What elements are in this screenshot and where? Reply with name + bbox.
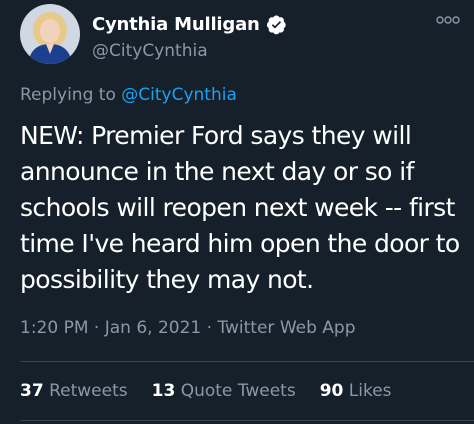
engagement-stats: 37 Retweets 13 Quote Tweets 90 Likes — [20, 381, 392, 401]
meta-separator: · — [88, 318, 105, 338]
tweet-header: Cynthia Mulligan @CityCynthia — [20, 4, 460, 70]
quote-tweets-count: 13 — [151, 381, 176, 401]
replying-to: Replying to @CityCynthia — [20, 85, 237, 105]
meta-separator: · — [201, 318, 218, 338]
replying-to-label: Replying to — [20, 85, 122, 105]
tweet-source[interactable]: Twitter Web App — [217, 318, 355, 338]
tweet-card: Cynthia Mulligan @CityCynthia Replying t… — [0, 0, 474, 424]
display-name-row: Cynthia Mulligan — [92, 14, 287, 35]
retweets-count: 37 — [20, 381, 44, 401]
divider — [20, 420, 474, 421]
reply-handle-link[interactable]: @CityCynthia — [121, 85, 237, 105]
quote-tweets-label: Quote Tweets — [180, 381, 296, 401]
author-names: Cynthia Mulligan @CityCynthia — [92, 14, 287, 61]
retweets-label: Retweets — [49, 381, 128, 401]
tweet-text: NEW: Premier Ford says they will announc… — [20, 121, 460, 294]
quote-tweets-stat[interactable]: 13 Quote Tweets — [152, 381, 296, 401]
more-options-icon[interactable] — [436, 12, 460, 28]
author-handle[interactable]: @CityCynthia — [92, 41, 287, 61]
divider — [20, 361, 474, 362]
display-name[interactable]: Cynthia Mulligan — [92, 14, 260, 35]
retweets-stat[interactable]: 37 Retweets — [20, 381, 128, 401]
likes-stat[interactable]: 90 Likes — [320, 381, 392, 401]
avatar-icon — [20, 4, 80, 64]
likes-count: 90 — [319, 381, 344, 401]
tweet-date[interactable]: Jan 6, 2021 — [105, 318, 202, 338]
verified-badge-icon — [266, 15, 286, 35]
likes-label: Likes — [348, 381, 392, 401]
avatar[interactable] — [20, 4, 80, 64]
tweet-metadata: 1:20 PM · Jan 6, 2021 · Twitter Web App — [20, 318, 356, 338]
tweet-time[interactable]: 1:20 PM — [20, 318, 89, 338]
